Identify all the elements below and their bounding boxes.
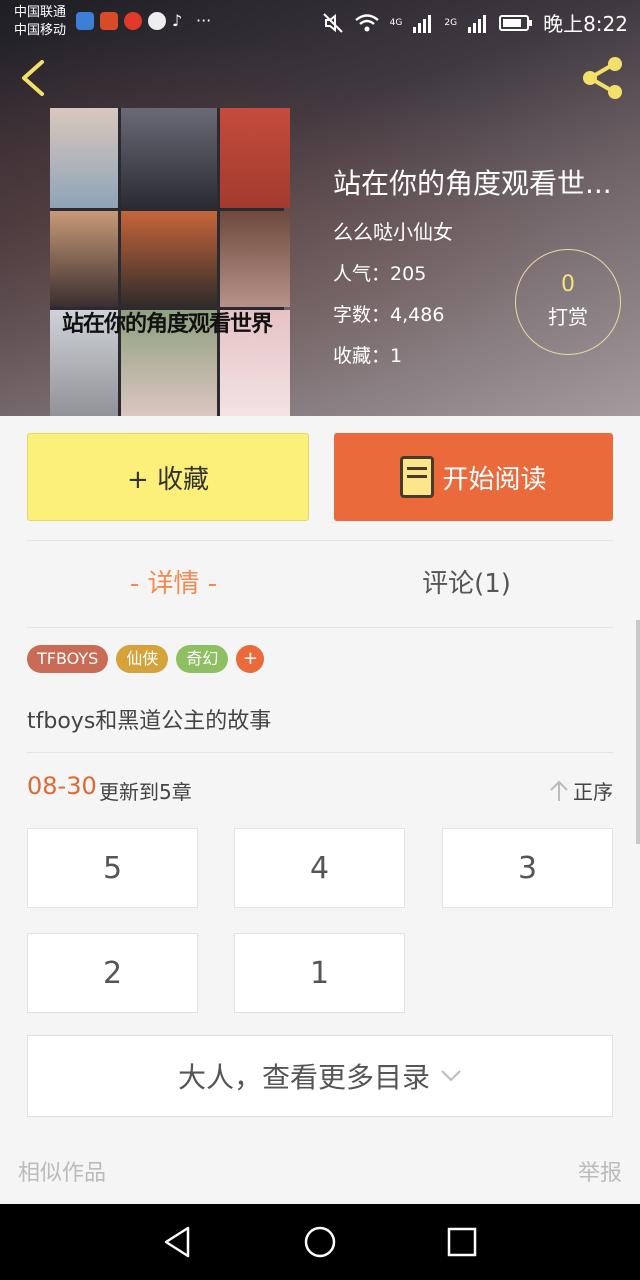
update-info: 08-30 更新到5章 正序 [27, 772, 613, 808]
tiktok-icon: ♪ [172, 11, 183, 30]
sort-order-button[interactable]: 正序 [549, 776, 613, 805]
status-icons: 4G 2G 晚上8:22 [322, 8, 628, 37]
arrow-up-icon [550, 780, 568, 801]
cover-title-text: 站在你的角度观看世界 [61, 312, 273, 337]
scrollbar[interactable] [636, 620, 640, 844]
tab-comments[interactable]: 评论(1) [320, 541, 613, 627]
carrier-info: 中国联通 中国移动 [14, 4, 66, 40]
clock: 晚上8:22 [543, 12, 628, 36]
action-buttons: + 收藏 开始阅读 [27, 433, 613, 521]
back-button[interactable] [14, 58, 54, 98]
update-date: 08-30 [27, 772, 97, 800]
mute-icon [322, 12, 343, 33]
nav-back-icon[interactable] [160, 1224, 196, 1260]
nav-home-icon[interactable] [302, 1224, 338, 1260]
similar-works-link[interactable]: 相似作品 [18, 1155, 106, 1187]
add-to-collection-button[interactable]: + 收藏 [27, 433, 309, 521]
add-tag-button[interactable]: + [236, 645, 265, 673]
book-icon [400, 456, 435, 498]
view-more-chapters-button[interactable]: 大人，查看更多目录 [27, 1035, 613, 1117]
more-notifications-icon: ··· [196, 11, 212, 30]
word-count-label: 字数： [333, 304, 391, 326]
start-reading-label: 开始阅读 [442, 464, 547, 495]
book-author: 么么哒小仙女 [333, 220, 453, 244]
tag-tfboys[interactable]: TFBOYS [27, 645, 109, 673]
book-description: tfboys和黑道公主的故事 [27, 709, 272, 734]
divider [27, 752, 613, 753]
chapter-button[interactable]: 1 [234, 933, 405, 1013]
message-icon [148, 12, 166, 30]
system-nav-bar [0, 1204, 640, 1280]
divider [27, 627, 613, 628]
chapter-button[interactable]: 3 [442, 828, 613, 908]
app-notification-icon [76, 12, 94, 30]
tip-button[interactable]: 0 打赏 [515, 249, 621, 355]
view-more-label: 大人，查看更多目录 [177, 1061, 430, 1094]
start-reading-button[interactable]: 开始阅读 [334, 433, 613, 521]
battery-icon [499, 14, 533, 31]
chapter-button[interactable]: 5 [27, 828, 198, 908]
report-link[interactable]: 举报 [578, 1155, 622, 1187]
chapter-button[interactable]: 2 [27, 933, 198, 1013]
app-notification-icon [100, 12, 118, 30]
chapter-grid: 5 4 3 2 1 [27, 828, 613, 1014]
signal-icon [413, 14, 432, 33]
signal-icon-2 [468, 14, 487, 33]
nav-recents-icon[interactable] [444, 1224, 480, 1260]
tab-details[interactable]: - 详情 - [27, 541, 320, 627]
chapter-button[interactable]: 4 [234, 828, 405, 908]
tag-xianxia[interactable]: 仙侠 [116, 645, 169, 673]
sort-order-label: 正序 [573, 780, 613, 804]
network-4g-label: 4G [389, 17, 403, 28]
book-header: 中国联通 中国移动 ♪ ··· 4G 2G 晚上8:22 站在你的角度观看世界 … [0, 0, 640, 416]
carrier-1: 中国联通 [14, 5, 67, 20]
carrier-2: 中国移动 [14, 23, 67, 38]
share-button[interactable] [578, 54, 628, 102]
wifi-icon [354, 13, 379, 31]
status-bar: 中国联通 中国移动 ♪ ··· 4G 2G 晚上8:22 [0, 0, 640, 44]
book-title: 站在你的角度观看世... [333, 167, 612, 200]
share-icon [583, 57, 622, 99]
update-text: 更新到5章 [99, 780, 192, 804]
notification-icons: ♪ ··· [76, 12, 211, 30]
chevron-left-icon [22, 60, 44, 96]
tag-fantasy[interactable]: 奇幻 [176, 645, 229, 673]
footer-links: 相似作品 举报 [18, 1155, 622, 1187]
tip-count: 0 [561, 272, 575, 297]
word-count-value: 4,486 [390, 304, 445, 326]
video-app-icon [124, 12, 142, 30]
tip-label: 打赏 [548, 305, 588, 329]
popularity-label: 人气： [333, 263, 391, 285]
book-cover[interactable]: 站在你的角度观看世界 [50, 108, 290, 416]
network-2g-label: 2G [444, 17, 458, 28]
chevron-down-icon [441, 1070, 461, 1082]
favorites-label: 收藏： [333, 345, 391, 367]
popularity-value: 205 [390, 263, 427, 285]
tag-list: TFBOYS 仙侠 奇幻 + [27, 645, 265, 673]
favorites-value: 1 [390, 345, 403, 367]
tab-bar: - 详情 - 评论(1) [27, 541, 613, 627]
